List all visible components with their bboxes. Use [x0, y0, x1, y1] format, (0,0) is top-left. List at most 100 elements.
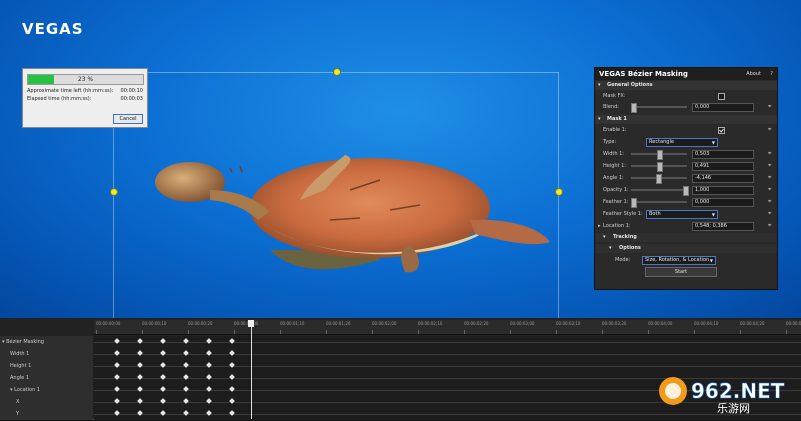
keyframe-icon[interactable]: ⌖: [768, 187, 773, 193]
ruler-tick: [510, 330, 511, 334]
video-preview: VEGAS 23 % Approximate time left (hh:mm:…: [0, 0, 801, 318]
track-lane[interactable]: [94, 336, 801, 348]
opacity-slider-knob[interactable]: [683, 186, 689, 196]
mode-row: Mode: Size, Rotation, & Location ▼: [595, 255, 777, 266]
time-left-row: Approximate time left (hh:mm:ss): 00:00:…: [27, 88, 143, 94]
ruler-tick: [280, 330, 281, 334]
height-value[interactable]: 0,491: [692, 162, 754, 171]
tracking-label: Tracking: [613, 234, 637, 240]
options-header[interactable]: ▾ Options: [595, 244, 777, 253]
ruler-tick: [418, 330, 419, 334]
track-lane-line: [94, 354, 801, 355]
feather-style-dropdown[interactable]: Both ▼: [646, 210, 718, 219]
blend-slider-knob[interactable]: [631, 103, 637, 113]
svg-text:962.NET: 962.NET: [691, 379, 785, 403]
mask-fx-checkbox[interactable]: [718, 93, 725, 100]
keyframe-icon[interactable]: ⌖: [768, 163, 773, 169]
mode-dropdown[interactable]: Size, Rotation, & Location ▼: [642, 256, 716, 265]
track-lane-line: [94, 342, 801, 343]
ruler-tick: [142, 330, 143, 334]
ruler-tick: [96, 330, 97, 334]
mask-fx-label: Mask FX:: [603, 93, 626, 99]
track-name: Height 1: [0, 360, 93, 372]
keyframe-icon[interactable]: ⌖: [768, 127, 773, 133]
keyframe-icon[interactable]: ⌖: [768, 175, 773, 181]
ruler-tick: [372, 330, 373, 334]
svg-text:乐游网: 乐游网: [717, 402, 750, 415]
keyframe-icon[interactable]: ⌖: [768, 211, 773, 217]
blend-slider[interactable]: [631, 103, 687, 113]
collapse-icon: ▾: [603, 234, 606, 240]
expand-icon[interactable]: ▸: [598, 223, 601, 229]
type-dropdown[interactable]: Rectangle ▼: [646, 138, 718, 147]
general-options-header[interactable]: ▾ General Options: [595, 81, 777, 90]
track-name: Width 1: [0, 348, 93, 360]
track-name: ▾ Location 1: [0, 384, 93, 396]
help-icon[interactable]: ?: [770, 71, 773, 77]
track-name: ▾ Bézier Masking: [0, 336, 93, 348]
mask1-header[interactable]: ▾ Mask 1: [595, 115, 777, 124]
ruler-tick: [234, 330, 235, 334]
chevron-down-icon: ▼: [709, 258, 713, 263]
general-options-label: General Options: [607, 82, 653, 88]
ruler-tick-label: 00:00:03;00: [510, 321, 535, 326]
angle-slider-knob[interactable]: [656, 174, 663, 184]
width-value[interactable]: 0,503: [692, 150, 754, 159]
mask-handle-top[interactable]: [333, 68, 341, 76]
feather-slider[interactable]: [631, 198, 687, 208]
opacity-value[interactable]: 1,000: [692, 186, 754, 195]
start-button[interactable]: Start: [645, 267, 717, 277]
ruler-tick: [648, 330, 649, 334]
ruler-tick: [464, 330, 465, 334]
feather-value[interactable]: 0,000: [692, 198, 754, 207]
width-slider-knob[interactable]: [657, 150, 664, 160]
keyframe-icon[interactable]: ⌖: [768, 223, 773, 229]
width-label: Width 1:: [603, 151, 624, 157]
site-watermark-logo: 962.NET 乐游网: [659, 377, 785, 415]
ruler-tick-label: 00:00:02;20: [464, 321, 489, 326]
time-left-value: 00:00:10: [120, 88, 143, 94]
enable-label: Enable 1:: [603, 127, 627, 133]
height-slider[interactable]: [631, 162, 687, 172]
opacity-row: Opacity 1: 1,000 ⌖: [595, 185, 777, 196]
ruler-tick-label: 00:00:01;10: [280, 321, 305, 326]
render-progress-dialog: 23 % Approximate time left (hh:mm:ss): 0…: [22, 68, 148, 128]
type-value: Rectangle: [649, 139, 674, 145]
blend-label: Blend:: [603, 104, 619, 110]
keyframe-icon[interactable]: ⌖: [768, 104, 773, 110]
enable-checkbox[interactable]: [718, 127, 725, 134]
height-slider-knob[interactable]: [656, 162, 663, 172]
time-ruler[interactable]: 00:00:00;00 00:00:00;10 00:00:00;20 00:00:0…: [94, 320, 801, 335]
ruler-tick: [740, 330, 741, 334]
options-label: Options: [619, 245, 641, 251]
angle-value[interactable]: -4,146: [692, 174, 754, 183]
feather-slider-knob[interactable]: [631, 198, 637, 208]
blend-value[interactable]: 0,000: [692, 103, 754, 112]
ruler-tick: [786, 330, 787, 334]
opacity-slider[interactable]: [631, 186, 689, 196]
mask-handle-left[interactable]: [110, 188, 118, 196]
mode-label: Mode:: [615, 257, 631, 263]
cancel-button[interactable]: Cancel: [113, 114, 143, 124]
keyframe-icon[interactable]: ⌖: [768, 199, 773, 205]
type-label: Type:: [603, 139, 617, 145]
angle-slider[interactable]: [631, 174, 687, 184]
angle-row: Angle 1: -4,146 ⌖: [595, 173, 777, 184]
ruler-tick: [602, 330, 603, 334]
playhead-line[interactable]: [251, 320, 252, 419]
ruler-tick-label: 00:00:04;20: [740, 321, 765, 326]
tracking-header[interactable]: ▾ Tracking: [595, 233, 777, 242]
location-label: Location 1:: [603, 223, 631, 229]
panel-titlebar: VEGAS Bézier Masking About ?: [595, 68, 777, 80]
keyframe-icon[interactable]: ⌖: [768, 151, 773, 157]
chevron-down-icon: ▼: [711, 212, 715, 217]
height-row: Height 1: 0,491 ⌖: [595, 161, 777, 172]
ruler-tick: [694, 330, 695, 334]
blend-row: Blend: 0,000 ⌖: [595, 102, 777, 113]
ruler-tick-label: 00:00:01;20: [326, 321, 351, 326]
location-value[interactable]: 0,548; 0,386: [692, 222, 754, 231]
playhead-handle[interactable]: [248, 320, 254, 327]
about-link[interactable]: About: [746, 71, 761, 77]
width-slider[interactable]: [631, 150, 687, 160]
track-lane[interactable]: [94, 348, 801, 360]
